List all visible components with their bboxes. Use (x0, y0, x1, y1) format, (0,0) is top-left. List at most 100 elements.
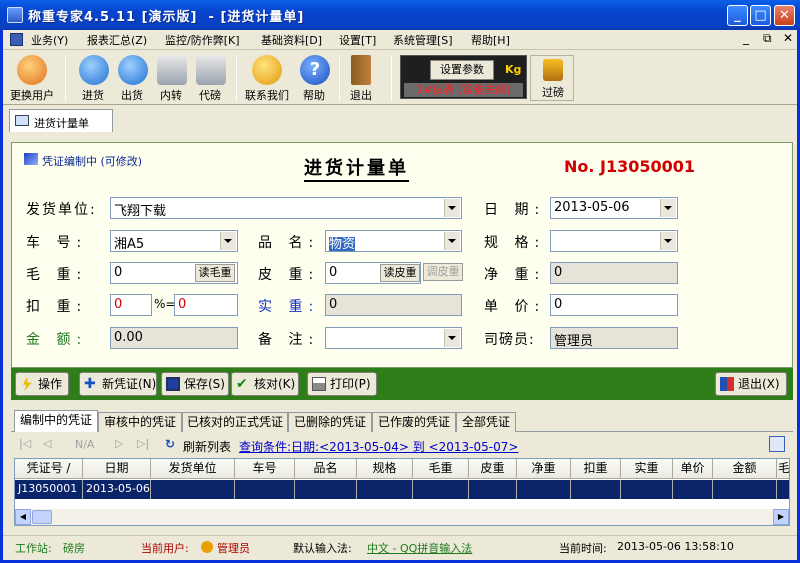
tab-drafting[interactable]: 编制中的凭证 (14, 410, 98, 432)
note-select[interactable] (325, 327, 462, 349)
outbound-icon (118, 55, 148, 85)
tab-inbound-slip[interactable]: 进货计量单 (9, 109, 113, 132)
supplier-select[interactable]: 飞翔下载 (110, 197, 462, 219)
save-button[interactable]: 保存(S) (161, 372, 229, 396)
tab-all[interactable]: 全部凭证 (456, 412, 516, 432)
grid-navbar: |◁ ◁ N/A ▷ ▷| ↻ 刷新列表 查询条件:日期:<2013-05-04… (11, 433, 793, 457)
col-header[interactable]: 金额 (713, 459, 777, 479)
col-header[interactable]: 毛 (777, 459, 789, 479)
date-label: 日 期: (484, 202, 546, 218)
next-page-icon[interactable]: ▷ (115, 437, 123, 450)
scroll-right-icon[interactable]: ▶ (773, 509, 789, 525)
last-page-icon[interactable]: ▷| (137, 437, 149, 450)
table-cell (571, 480, 621, 499)
read-gross-button[interactable]: 读毛重 (195, 264, 235, 282)
outbound-button[interactable]: 出货 (110, 53, 154, 103)
exit-button[interactable]: 退出 (339, 53, 383, 103)
deduct-label: 扣 重: (26, 299, 88, 315)
col-header[interactable]: 净重 (517, 459, 571, 479)
deduct-percent-field[interactable]: 0 (174, 294, 238, 316)
col-header[interactable]: 品名 (295, 459, 357, 479)
deduct-field[interactable]: 0 (110, 294, 152, 316)
first-page-icon[interactable]: |◁ (19, 437, 31, 450)
read-tare-button[interactable]: 读皮重 (380, 264, 420, 282)
col-header[interactable]: 单价 (673, 459, 713, 479)
exit-form-button[interactable]: 退出(X) (715, 372, 787, 396)
save-icon (166, 377, 180, 391)
date-picker[interactable]: 2013-05-06 (550, 197, 678, 219)
col-header[interactable]: 扣重 (571, 459, 621, 479)
tare-weight-field[interactable]: 0 读皮重 (325, 262, 421, 284)
scroll-thumb[interactable] (32, 510, 52, 524)
tab-voided[interactable]: 已作废的凭证 (372, 412, 456, 432)
menu-system[interactable]: 系统管理[S] (393, 32, 453, 48)
inbound-button[interactable]: 进货 (71, 53, 115, 103)
minimize-button[interactable]: _ (727, 5, 748, 26)
transfer-button[interactable]: 内转 (149, 53, 193, 103)
truck-icon (157, 55, 187, 85)
tab-verified[interactable]: 已核对的正式凭证 (182, 412, 288, 432)
product-select[interactable]: 物资 (325, 230, 462, 252)
col-header[interactable]: 实重 (621, 459, 673, 479)
menu-help[interactable]: 帮助[H] (471, 32, 510, 48)
col-header[interactable]: 日期 (83, 459, 151, 479)
app-menu-icon[interactable] (10, 33, 23, 46)
query-condition-link[interactable]: 查询条件:日期:<2013-05-04> 到 <2013-05-07> (239, 438, 518, 455)
scroll-left-icon[interactable]: ◀ (15, 509, 31, 525)
menu-business[interactable]: 业务(Y) (31, 32, 68, 48)
prev-page-icon[interactable]: ◁ (43, 437, 51, 450)
price-field[interactable]: 0 (550, 294, 678, 316)
voucher-tabs: 编制中的凭证 审核中的凭证 已核对的正式凭证 已删除的凭证 已作废的凭证 全部凭… (11, 410, 793, 432)
tab-deleted[interactable]: 已删除的凭证 (288, 412, 372, 432)
page-indicator: N/A (75, 438, 95, 451)
station-label: 工作站: (15, 542, 52, 555)
document-tabstrip: 进货计量单 (3, 106, 797, 132)
note-label: 备 注: (258, 332, 320, 348)
close-button[interactable]: ✕ (774, 5, 795, 26)
gross-weight-field[interactable]: 0 读毛重 (110, 262, 238, 284)
proxy-weigh-button[interactable]: 代磅 (188, 53, 232, 103)
col-header[interactable]: 规格 (357, 459, 413, 479)
refresh-list-button[interactable]: 刷新列表 (183, 438, 231, 455)
col-header[interactable]: 车号 (235, 459, 295, 479)
menu-reports[interactable]: 报表汇总(Z) (87, 32, 147, 48)
title-bar: 称重专家4.5.11 [演示版] - [进货计量单] _ □ ✕ (0, 0, 800, 30)
set-params-button[interactable]: 设置参数 (430, 60, 494, 80)
help-button[interactable]: ? 帮助 (292, 53, 336, 103)
contact-button[interactable]: 联系我们 (241, 53, 293, 103)
menu-basic-data[interactable]: 基础资料[D] (261, 32, 322, 48)
col-header[interactable]: 发货单位 (151, 459, 235, 479)
price-label: 单 价: (484, 299, 546, 315)
new-voucher-button[interactable]: ✚ 新凭证(N) (79, 372, 157, 396)
product-label: 品 名: (258, 235, 320, 251)
table-cell (621, 480, 673, 499)
tab-reviewing[interactable]: 审核中的凭证 (98, 412, 182, 432)
change-user-button[interactable]: 更换用户 (7, 53, 57, 103)
maximize-button[interactable]: □ (750, 5, 771, 26)
menu-monitor[interactable]: 监控/防作弊[K] (165, 32, 240, 48)
mdi-minimize-icon[interactable]: _ (743, 31, 749, 45)
amount-field: 0.00 (110, 327, 238, 349)
mdi-restore-icon[interactable]: ⧉ (763, 31, 772, 46)
operate-button[interactable]: 操作 (15, 372, 69, 396)
col-header[interactable]: 毛重 (413, 459, 469, 479)
car-number-select[interactable]: 湘A5 (110, 230, 238, 252)
col-header[interactable]: 凭证号 / (15, 459, 83, 479)
mdi-close-icon[interactable]: ✕ (783, 31, 793, 45)
weigh-button[interactable]: 过磅 (530, 55, 574, 101)
car-label: 车 号: (26, 235, 88, 251)
menu-settings[interactable]: 设置[T] (339, 32, 376, 48)
verify-button[interactable]: ✔ 核对(K) (231, 372, 299, 396)
input-method-value[interactable]: 中文 - QQ拼音输入法 (367, 540, 472, 556)
spec-select[interactable] (550, 230, 678, 252)
print-button[interactable]: 打印(P) (307, 372, 377, 396)
window-title: 称重专家4.5.11 [演示版] - [进货计量单] (28, 10, 305, 25)
refresh-icon[interactable]: ↻ (165, 437, 175, 451)
horizontal-scrollbar[interactable]: ◀ ▶ (15, 509, 789, 525)
column-settings-icon[interactable] (769, 436, 785, 452)
key-icon (201, 541, 213, 553)
pencil-icon (24, 153, 38, 165)
adjust-tare-button[interactable]: 调皮重 (423, 263, 463, 281)
col-header[interactable]: 皮重 (469, 459, 517, 479)
main-window: 称重专家4.5.11 [演示版] - [进货计量单] _ □ ✕ 业务(Y) 报… (0, 0, 800, 563)
